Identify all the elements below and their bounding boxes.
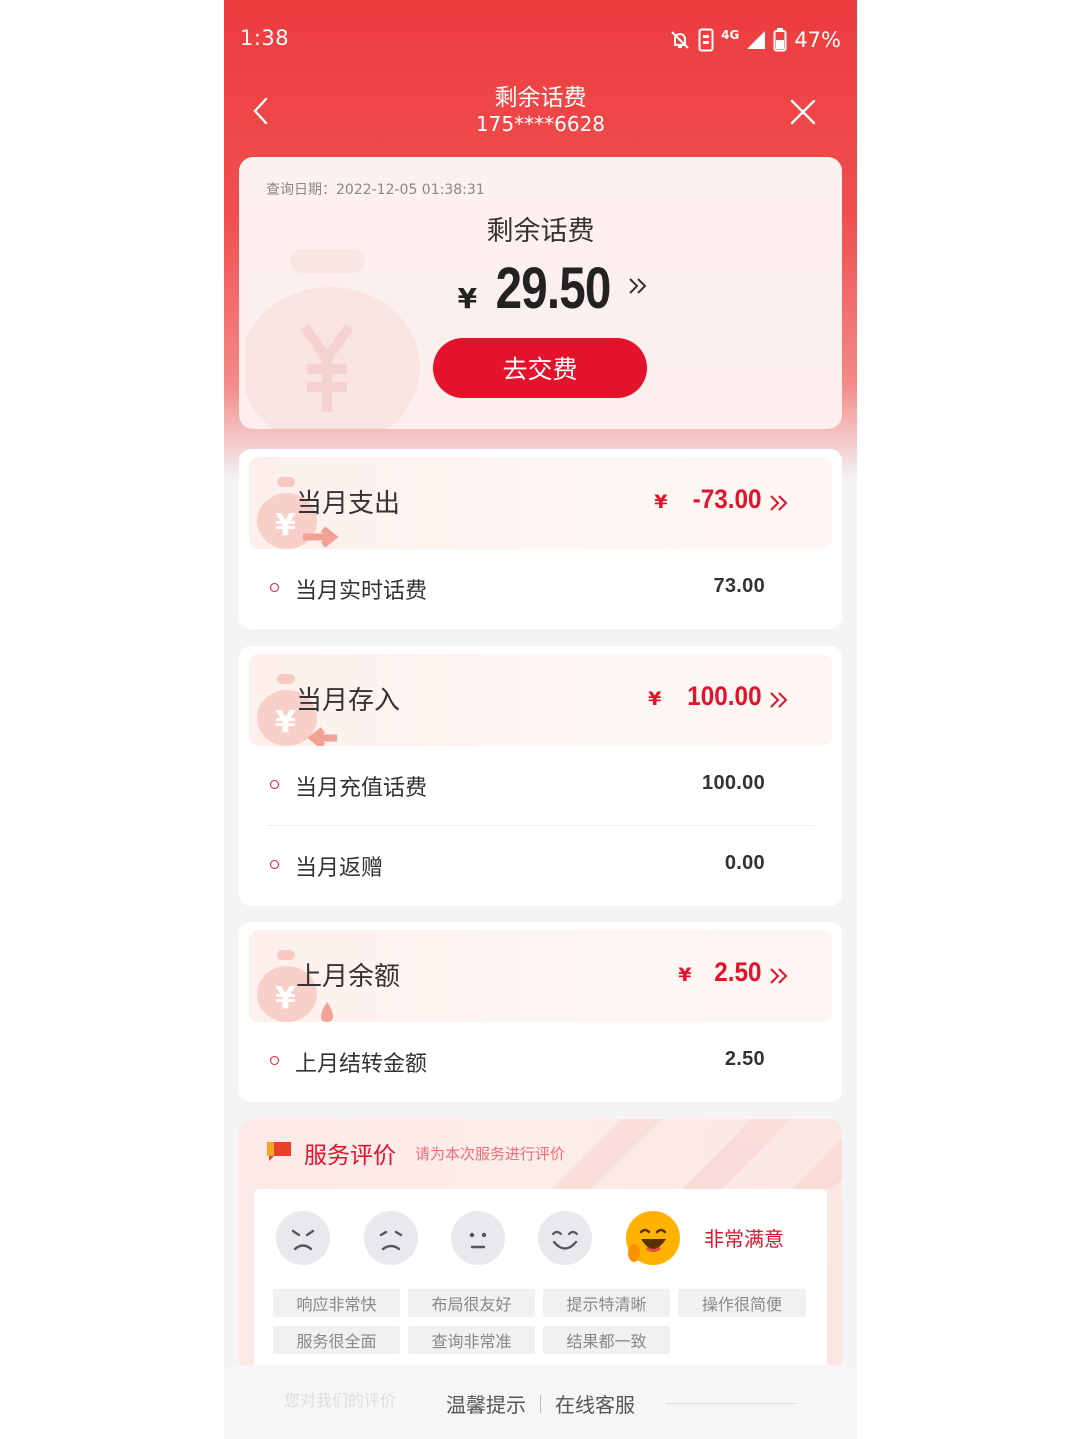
rating-selected-label: 非常满意 (704, 1227, 784, 1251)
rating-tag[interactable]: 提示特清晰 (543, 1289, 670, 1317)
balance-value: 29.50 (495, 256, 612, 321)
amount-value: -73.00 (693, 484, 762, 514)
phone-number: 175****6628 (475, 112, 606, 136)
row-value: 73.00 (713, 575, 765, 597)
angry-face-icon[interactable] (276, 1211, 330, 1265)
nav-bar: 剩余话费 175****6628 (224, 78, 857, 140)
list-item: 当月充值话费 100.00 (267, 746, 815, 826)
currency-symbol: ¥ (654, 491, 668, 513)
bottom-bar: 您对我们的评价 温馨提示 在线客服 (224, 1365, 857, 1439)
amount-value: 2.50 (714, 957, 762, 987)
section-header[interactable]: ¥ 当月存入 ¥ 100.00 (249, 654, 832, 746)
section-amount: ¥ 100.00 (648, 681, 762, 712)
balance-amount[interactable]: ¥ 29.50 (239, 255, 842, 322)
list-item: 上月结转金额 2.50 (267, 1022, 815, 1102)
query-date: 查询日期：2022-12-05 01:38:31 (266, 182, 485, 198)
service-rating-card: 服务评价 请为本次服务进行评价 非常满意 响应非常快 布局很友好 提示特清晰 操… (239, 1119, 842, 1379)
bullet-icon (270, 860, 279, 869)
signal-icon (747, 31, 766, 49)
status-bar: 1:38 4G 47% (224, 0, 857, 80)
list-item: 当月实时话费 73.00 (267, 549, 815, 629)
rating-tag[interactable]: 查询非常准 (408, 1326, 535, 1354)
double-chevron-right-icon[interactable] (768, 689, 790, 711)
section-monthly-expense: ¥ 当月支出 ¥ -73.00 当月实时话费 73.00 (239, 449, 842, 629)
tips-link[interactable]: 温馨提示 (446, 1389, 526, 1418)
row-value: 2.50 (724, 1048, 765, 1070)
neutral-face-icon[interactable] (451, 1211, 505, 1265)
svg-text:¥: ¥ (275, 981, 296, 1016)
close-icon[interactable] (789, 98, 817, 126)
section-title: 当月存入 (296, 686, 401, 716)
status-time: 1:38 (240, 26, 290, 50)
section-header[interactable]: ¥ 当月支出 ¥ -73.00 (249, 457, 832, 549)
amount-value: 100.00 (687, 681, 762, 711)
online-service-link[interactable]: 在线客服 (555, 1389, 635, 1418)
status-icons: 4G 47% (669, 26, 841, 54)
network-type: 4G (721, 28, 740, 42)
double-chevron-right-icon[interactable] (768, 965, 790, 987)
double-chevron-right-icon[interactable] (627, 275, 649, 297)
section-title: 当月支出 (296, 489, 401, 519)
section-amount: ¥ -73.00 (654, 484, 762, 515)
separator (540, 1394, 541, 1413)
bullet-icon (270, 583, 279, 592)
row-label: 当月返赠 (295, 856, 384, 881)
rating-title: 服务评价 (304, 1143, 396, 1169)
pay-button[interactable]: 去交费 (433, 338, 647, 398)
row-value: 100.00 (702, 772, 765, 794)
svg-text:¥: ¥ (275, 705, 296, 740)
currency-symbol: ¥ (678, 964, 692, 986)
rating-tag[interactable]: 服务很全面 (273, 1326, 400, 1354)
row-value: 0.00 (724, 852, 765, 874)
section-amount: ¥ 2.50 (678, 957, 762, 988)
bottom-links: 温馨提示 在线客服 (224, 1389, 857, 1418)
section-header[interactable]: ¥ 上月余额 ¥ 2.50 (249, 930, 832, 1022)
balance-card: 查询日期：2022-12-05 01:38:31 剩余话费 ¥ 29.50 去交… (239, 157, 842, 429)
battery-icon (773, 28, 787, 52)
list-item: 当月返赠 0.00 (267, 826, 815, 906)
double-chevron-right-icon[interactable] (768, 492, 790, 514)
svg-text:¥: ¥ (275, 508, 296, 543)
mute-bell-icon (671, 31, 689, 49)
comment-icon (267, 1142, 291, 1161)
section-monthly-deposit: ¥ 当月存入 ¥ 100.00 当月充值话费 100.00 当月返赠 0.00 (239, 646, 842, 906)
currency-symbol: ¥ (648, 688, 662, 710)
smile-face-icon[interactable] (538, 1211, 592, 1265)
bullet-icon (270, 1056, 279, 1065)
bullet-icon (270, 780, 279, 789)
phone-screen: 1:38 4G 47% 剩余话费 175****6628 查询日期：2022-1… (224, 0, 857, 1439)
row-label: 当月实时话费 (295, 579, 428, 604)
rating-tag[interactable]: 布局很友好 (408, 1289, 535, 1317)
rating-panel: 非常满意 响应非常快 布局很友好 提示特清晰 操作很简便 服务很全面 查询非常准… (254, 1189, 827, 1379)
battery-level: 47% (794, 28, 841, 52)
rating-tag[interactable]: 结果都一致 (543, 1326, 670, 1354)
currency-symbol: ¥ (457, 282, 478, 315)
rating-tag[interactable]: 操作很简便 (678, 1289, 806, 1317)
page-title: 剩余话费 (494, 85, 587, 111)
very-happy-face-icon[interactable] (626, 1211, 680, 1265)
balance-label: 剩余话费 (486, 216, 595, 247)
rating-tag[interactable]: 响应非常快 (273, 1289, 400, 1317)
section-last-month-balance: ¥ 上月余额 ¥ 2.50 上月结转金额 2.50 (239, 922, 842, 1102)
sad-face-icon[interactable] (364, 1211, 418, 1265)
section-title: 上月余额 (296, 962, 401, 992)
row-label: 上月结转金额 (295, 1052, 428, 1077)
row-label: 当月充值话费 (295, 776, 428, 801)
rating-hint: 请为本次服务进行评价 (415, 1145, 566, 1163)
sim-card-icon (698, 28, 714, 52)
